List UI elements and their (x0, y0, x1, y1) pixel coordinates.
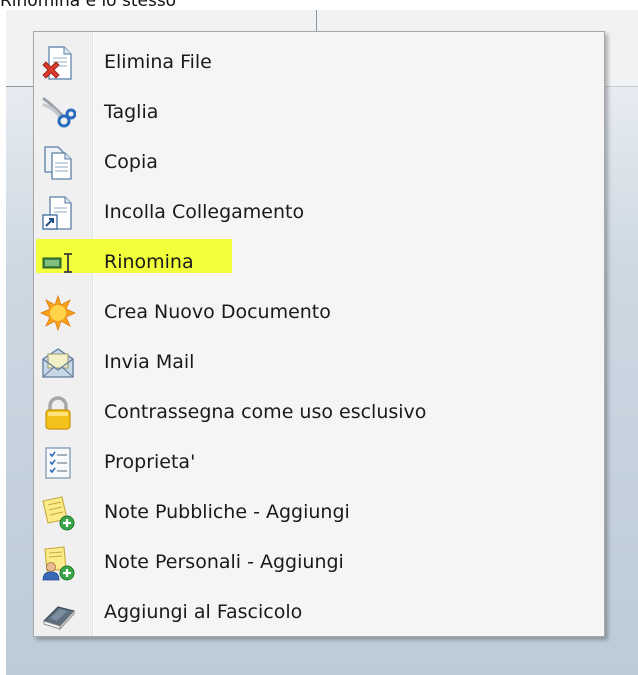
public-note-add-icon (40, 495, 76, 531)
menu-item-label: Proprieta' (104, 451, 196, 473)
menu-item-label: Crea Nuovo Documento (104, 301, 331, 323)
menu-item-elimina-file[interactable]: Elimina File (36, 37, 600, 87)
menu-item-rinomina[interactable]: Rinomina (36, 237, 600, 287)
scissors-icon (40, 95, 76, 131)
new-document-star-icon (40, 295, 76, 331)
menu-item-copia[interactable]: Copia (36, 137, 600, 187)
menu-item-contrassegna-uso-esclusivo[interactable]: Contrassegna come uso esclusivo (36, 387, 600, 437)
menu-item-proprieta[interactable]: Proprieta' (36, 437, 600, 487)
menu-item-label: Rinomina (104, 251, 194, 273)
menu-item-label: Elimina File (104, 51, 212, 73)
menu-item-aggiungi-al-fascicolo[interactable]: Aggiungi al Fascicolo (36, 587, 600, 637)
copy-icon (40, 145, 76, 181)
menu-item-label: Copia (104, 151, 158, 173)
menu-item-label: Note Personali - Aggiungi (104, 551, 344, 573)
menu-item-label: Contrassegna come uso esclusivo (104, 401, 427, 423)
menu-item-note-pubbliche-aggiungi[interactable]: Note Pubbliche - Aggiungi (36, 487, 600, 537)
menu-item-incolla-collegamento[interactable]: Incolla Collegamento (36, 187, 600, 237)
menu-item-label: Incolla Collegamento (104, 201, 305, 223)
menu-item-label: Invia Mail (104, 351, 195, 373)
properties-icon (40, 445, 76, 481)
paste-link-icon (40, 195, 76, 231)
menu-item-note-personali-aggiungi[interactable]: Note Personali - Aggiungi (36, 537, 600, 587)
rename-icon (40, 245, 76, 281)
context-menu: Elimina File Taglia Copia Incolla Colleg… (33, 31, 605, 637)
delete-file-icon (40, 45, 76, 81)
menu-item-label: Note Pubbliche - Aggiungi (104, 501, 350, 523)
menu-item-crea-nuovo-documento[interactable]: Crea Nuovo Documento (36, 287, 600, 337)
menu-item-invia-mail[interactable]: Invia Mail (36, 337, 600, 387)
menu-item-label: Taglia (104, 101, 159, 123)
personal-note-add-icon (40, 545, 76, 581)
folder-book-icon (40, 595, 76, 631)
menu-item-taglia[interactable]: Taglia (36, 87, 600, 137)
lock-icon (40, 395, 76, 431)
mail-icon (40, 345, 76, 381)
menu-item-label: Aggiungi al Fascicolo (104, 601, 303, 623)
